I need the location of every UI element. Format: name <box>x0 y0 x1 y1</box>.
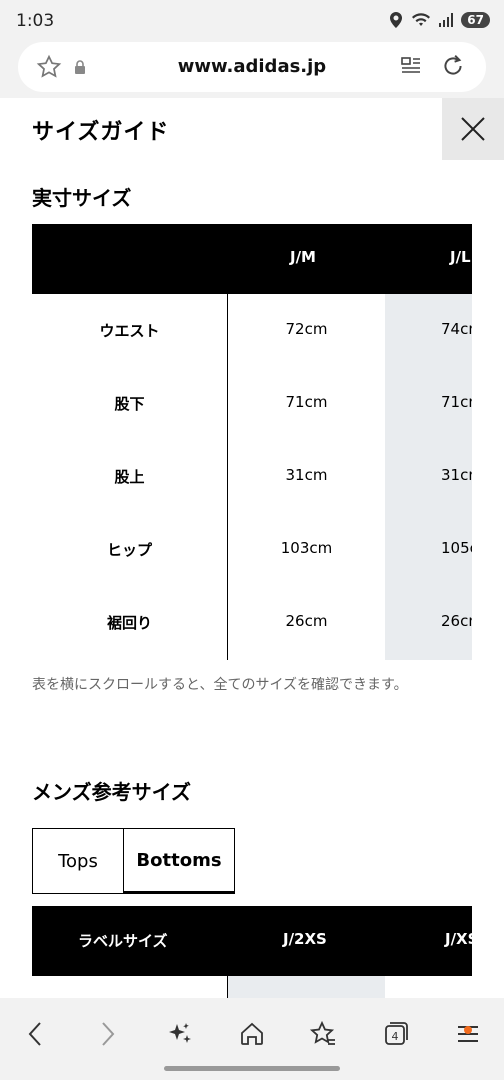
table-row: 股上 31cm 31cm <box>32 440 472 513</box>
header-jl: J/L <box>450 248 471 266</box>
row-label: 股下 <box>114 395 145 413</box>
row-label: ヒップ <box>106 541 152 559</box>
close-button[interactable] <box>442 98 504 160</box>
cell: 31cm <box>441 466 472 484</box>
mens-reference-heading: メンズ参考サイズ <box>32 780 191 804</box>
home-button[interactable] <box>234 1016 270 1052</box>
scroll-hint: 表を横にスクロールすると、全てのサイズを確認できます。 <box>32 677 408 693</box>
table-row: 股下 71cm 71cm <box>32 367 472 440</box>
cell: 74cm <box>441 320 472 338</box>
header-j2xs: J/2XS <box>283 930 327 948</box>
cell: 105cm <box>441 539 472 557</box>
actual-size-table[interactable]: J/M J/L ウエスト 72cm 74cm 股下 71cm 71cm 股上 3… <box>32 224 472 660</box>
cell: 103cm <box>280 539 333 557</box>
header-label-size: ラベルサイズ <box>78 932 168 950</box>
column-divider <box>227 976 228 998</box>
menu-button[interactable] <box>450 1016 486 1052</box>
ai-assistant-button[interactable] <box>162 1016 198 1052</box>
tabs-button[interactable]: 4 <box>378 1016 414 1052</box>
tab-tops[interactable]: Tops <box>32 828 124 894</box>
cell: 71cm <box>285 393 328 411</box>
actual-size-heading: 実寸サイズ <box>32 186 132 210</box>
cell: 31cm <box>285 466 328 484</box>
reader-mode-icon[interactable] <box>400 55 422 81</box>
reference-size-table[interactable]: ラベルサイズ J/2XS J/XS <box>32 906 472 998</box>
bookmarks-button[interactable] <box>305 1016 341 1052</box>
tabs-icon[interactable]: 4 <box>382 1020 410 1048</box>
table-header: ラベルサイズ J/2XS J/XS <box>32 906 472 976</box>
table-row: ヒップ 103cm 105cm <box>32 513 472 586</box>
status-bar: 1:03 67 <box>0 0 504 42</box>
cell: 26cm <box>441 612 472 630</box>
wifi-icon <box>412 13 431 26</box>
highlight-column <box>228 976 385 998</box>
modal-title: サイズガイド <box>32 120 170 145</box>
signal-icon <box>439 13 454 27</box>
close-icon[interactable] <box>460 116 486 142</box>
forward-button[interactable] <box>90 1016 126 1052</box>
tab-count: 4 <box>392 1030 399 1043</box>
table-row: 裾回り 26cm 26cm <box>32 586 472 659</box>
category-tabs: Tops Bottoms <box>32 828 235 894</box>
table-header: J/M J/L <box>32 224 472 294</box>
size-guide-modal: サイズガイド 実寸サイズ J/M J/L ウエスト 72cm 74cm 股下 7… <box>0 98 504 998</box>
chevron-right-icon[interactable] <box>98 1021 118 1047</box>
cell: 71cm <box>441 393 472 411</box>
status-time: 1:03 <box>16 11 55 31</box>
reload-icon[interactable] <box>440 53 466 83</box>
header-jxs: J/XS <box>445 930 472 948</box>
header-jm: J/M <box>290 248 316 266</box>
status-icons: 67 <box>389 12 490 28</box>
row-label: 股上 <box>114 468 145 486</box>
hamburger-menu-icon[interactable] <box>455 1021 481 1047</box>
notification-dot <box>464 1026 472 1034</box>
sparkle-icon[interactable] <box>167 1021 193 1047</box>
address-bar[interactable]: www.adidas.jp <box>18 42 486 92</box>
browser-toolbar: 4 <box>0 998 504 1080</box>
back-button[interactable] <box>17 1016 53 1052</box>
tab-bottoms[interactable]: Bottoms <box>123 828 235 894</box>
battery-badge: 67 <box>461 12 490 28</box>
gesture-handle[interactable] <box>164 1066 340 1071</box>
table-row: ウエスト 72cm 74cm <box>32 294 472 367</box>
location-icon <box>390 12 403 28</box>
chevron-left-icon[interactable] <box>25 1021 45 1047</box>
cell: 72cm <box>285 320 328 338</box>
cell: 26cm <box>285 612 328 630</box>
home-icon[interactable] <box>239 1021 265 1047</box>
row-label: 裾回り <box>106 614 152 632</box>
bookmark-star-icon[interactable] <box>309 1020 337 1048</box>
row-label: ウエスト <box>99 322 160 340</box>
